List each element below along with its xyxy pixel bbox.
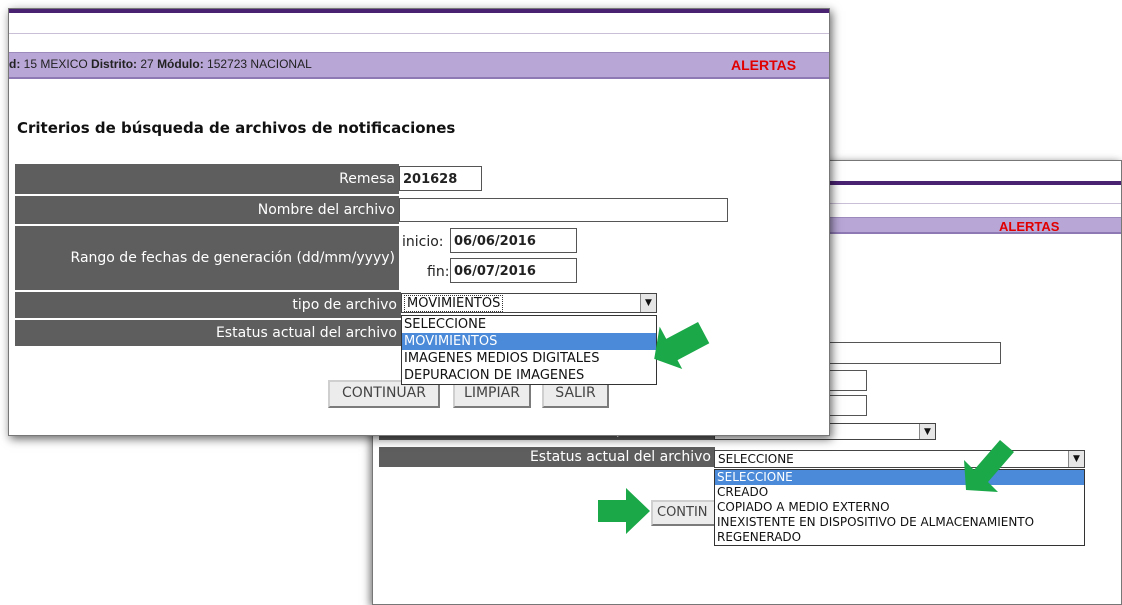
fin-label: fin: — [427, 264, 450, 280]
fin-input[interactable]: 06/07/2016 — [450, 258, 577, 283]
continuar-button[interactable]: CONTIN — [651, 500, 723, 526]
option-creado[interactable]: CREADO — [715, 485, 1084, 500]
alerts-link[interactable]: ALERTAS — [999, 219, 1059, 234]
option-imagenes-medios-digitales[interactable]: IMAGENES MEDIOS DIGITALES — [402, 350, 656, 367]
option-seleccione[interactable]: SELECCIONE — [402, 316, 656, 333]
location-info: d: 15 MEXICO Distrito: 27 Módulo: 152723… — [9, 57, 312, 71]
estatus-select[interactable]: SELECCIONE ▼ — [714, 450, 1085, 468]
inicio-input[interactable]: 06/06/2016 — [450, 228, 577, 253]
remesa-label: Remesa — [15, 164, 399, 194]
estatus-label: Estatus actual del archivo — [15, 320, 401, 346]
inicio-label: inicio: — [402, 234, 444, 250]
option-inexistente[interactable]: INEXISTENTE EN DISPOSITIVO DE ALMACENAMI… — [715, 515, 1084, 530]
chevron-down-icon[interactable]: ▼ — [919, 424, 935, 439]
chevron-down-icon[interactable]: ▼ — [1068, 451, 1084, 467]
chevron-down-icon[interactable]: ▼ — [640, 294, 656, 312]
estatus-dropdown[interactable]: SELECCIONE CREADO COPIADO A MEDIO EXTERN… — [714, 469, 1085, 546]
alerts-link[interactable]: ALERTAS — [731, 57, 796, 73]
green-arrow-icon — [964, 440, 1014, 492]
green-arrow-icon — [654, 322, 710, 369]
nombre-label: Nombre del archivo — [15, 196, 399, 224]
estatus-label: Estatus actual del archivo — [379, 447, 715, 467]
option-regenerado[interactable]: REGENERADO — [715, 530, 1084, 545]
option-depuracion-de-imagenes[interactable]: DEPURACION DE IMAGENES — [402, 367, 656, 384]
option-seleccione[interactable]: SELECCIONE — [715, 470, 1084, 485]
nombre-input[interactable] — [829, 342, 1001, 364]
option-copiado[interactable]: COPIADO A MEDIO EXTERNO — [715, 500, 1084, 515]
tipo-label: tipo de archivo — [15, 292, 401, 318]
remesa-input[interactable]: 201628 — [399, 166, 482, 191]
inicio-input[interactable] — [829, 370, 867, 391]
tipo-select[interactable]: MOVIMIENTOS ▼ — [401, 293, 657, 313]
tipo-dropdown[interactable]: SELECCIONE MOVIMIENTOS IMAGENES MEDIOS D… — [401, 315, 657, 385]
fin-input[interactable] — [829, 395, 867, 416]
option-movimientos[interactable]: MOVIMIENTOS — [402, 333, 656, 350]
nombre-input[interactable] — [399, 198, 728, 222]
page-title: Criterios de búsqueda de archivos de not… — [17, 119, 456, 137]
info-bar: d: 15 MEXICO Distrito: 27 Módulo: 152723… — [9, 52, 829, 79]
top-bar — [9, 9, 829, 13]
rango-label: Rango de fechas de generación (dd/mm/yyy… — [15, 226, 399, 290]
separator — [9, 33, 829, 34]
front-window: d: 15 MEXICO Distrito: 27 Módulo: 152723… — [8, 8, 830, 436]
green-arrow-icon — [598, 488, 650, 534]
